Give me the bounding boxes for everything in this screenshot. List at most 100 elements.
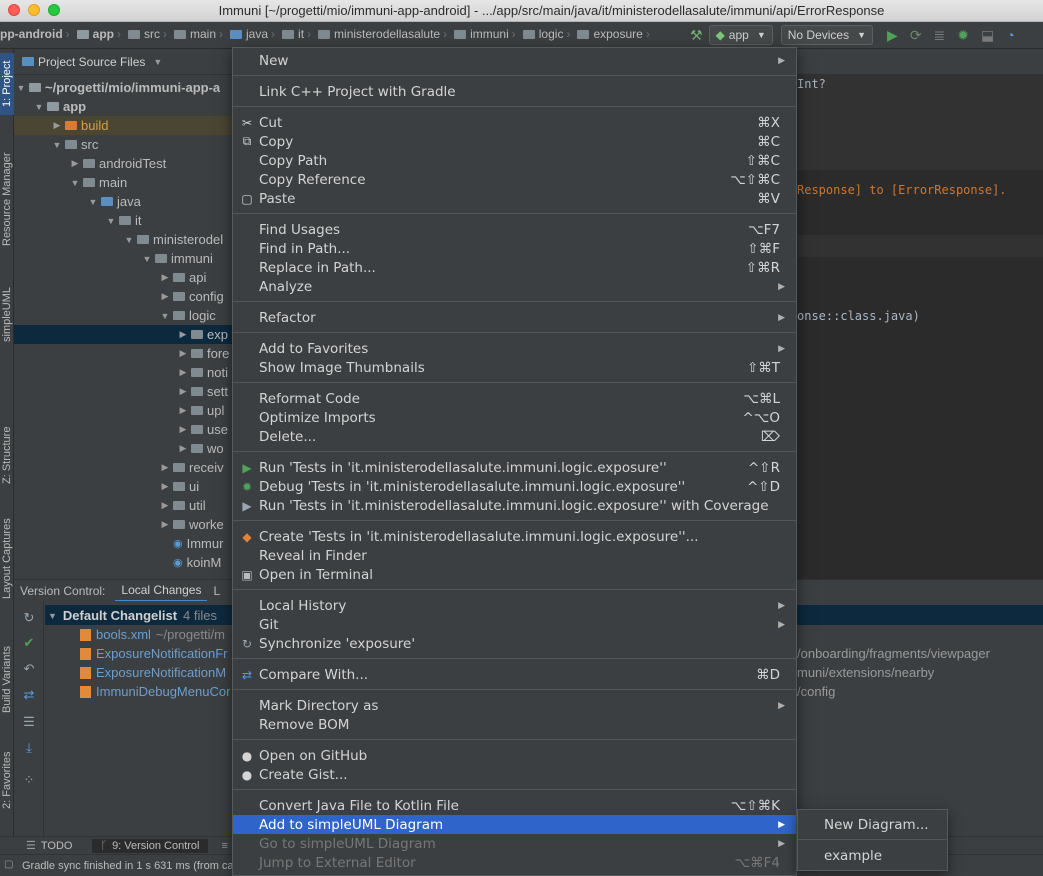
chevron-right-icon[interactable]: ▶ <box>178 424 188 435</box>
menu-item-paste[interactable]: ▢ Paste ⌘V <box>233 189 796 208</box>
menu-item-add-to-simpleuml-diagram[interactable]: Add to simpleUML Diagram ▶ <box>233 815 796 834</box>
tree-item[interactable]: ▶ ui <box>14 477 232 496</box>
menu-item-replace-in-path[interactable]: Replace in Path... ⇧⌘R <box>233 258 796 277</box>
chevron-right-icon[interactable]: ▶ <box>52 120 62 131</box>
menu-item-copy-path[interactable]: Copy Path ⇧⌘C <box>233 151 796 170</box>
menu-item-delete[interactable]: Delete... ⌦ <box>233 427 796 446</box>
tree-item[interactable]: ▶ api <box>14 268 232 287</box>
tree-item[interactable]: ▼ app <box>14 97 232 116</box>
refresh-icon[interactable]: ↻ <box>22 611 36 625</box>
tab-version-control[interactable]: ᚴ 9: Version Control <box>92 838 208 853</box>
project-view-selector[interactable]: Project Source Files ▼ <box>14 49 232 75</box>
tree-item[interactable]: ▼ logic <box>14 306 232 325</box>
tree-item[interactable]: ▼ src <box>14 135 232 154</box>
menu-item-reveal-in-finder[interactable]: Reveal in Finder <box>233 546 796 565</box>
menu-item-copy[interactable]: ⧉ Copy ⌘C <box>233 132 796 151</box>
terminal-tab-icon[interactable]: ≡ <box>222 840 228 852</box>
tab-simpleuml[interactable]: simpleUML <box>0 279 15 349</box>
status-icon[interactable]: ▢ <box>4 859 13 870</box>
menu-item-create-gist[interactable]: ● Create Gist... <box>233 765 796 784</box>
chevron-down-icon[interactable]: ▼ <box>142 254 152 264</box>
tree-item[interactable]: ▼ ministerodel <box>14 230 232 249</box>
apply-changes-icon[interactable]: ⟳ <box>910 27 922 44</box>
changed-file-row[interactable]: bools.xml ~/progetti/m <box>80 625 225 644</box>
tree-item[interactable]: ▶ util <box>14 496 232 515</box>
changelist-icon[interactable]: ☰ <box>22 715 36 729</box>
menu-item-cut[interactable]: ✂ Cut ⌘X <box>233 113 796 132</box>
tree-item[interactable]: ▶ wo <box>14 439 232 458</box>
example-diagram-menu-item[interactable]: example <box>798 844 947 867</box>
tree-item[interactable]: ▶ use <box>14 420 232 439</box>
tree-item[interactable]: ▼ ~/progetti/mio/immuni-app-a <box>14 78 232 97</box>
chevron-right-icon[interactable]: ▶ <box>160 500 170 511</box>
tab-structure[interactable]: Z: Structure <box>0 419 15 491</box>
tab-favorites[interactable]: 2: Favorites <box>0 745 15 815</box>
breadcrumb-item[interactable]: pp-android › <box>0 27 75 41</box>
rollback-icon[interactable]: ↶ <box>22 662 36 676</box>
chevron-right-icon[interactable]: ▶ <box>160 291 170 302</box>
shelve-icon[interactable]: ⤓ <box>22 741 36 755</box>
tab-project[interactable]: 1: Project <box>0 53 15 115</box>
tree-item[interactable]: ▶ sett <box>14 382 232 401</box>
chevron-down-icon[interactable]: ▼ <box>160 311 170 321</box>
menu-item-optimize-imports[interactable]: Optimize Imports ^⌥O <box>233 408 796 427</box>
new-diagram-menu-item[interactable]: New Diagram... <box>798 813 947 836</box>
menu-item-show-image-thumbnails[interactable]: Show Image Thumbnails ⇧⌘T <box>233 358 796 377</box>
tree-item[interactable]: ▼ it <box>14 211 232 230</box>
tab-local-changes[interactable]: Local Changes <box>115 580 208 602</box>
tree-item[interactable]: ▼ java <box>14 192 232 211</box>
menu-item-analyze[interactable]: Analyze ▶ <box>233 277 796 296</box>
menu-item-debug-tests-in-it-ministerodellasalute-i[interactable]: ✹ Debug 'Tests in 'it.ministerodellasalut… <box>233 477 796 496</box>
diff-icon[interactable]: ⇄ <box>22 688 36 702</box>
menu-item-create-tests-in-it-ministerodellasalute-[interactable]: ◆ Create 'Tests in 'it.ministerodellasalu… <box>233 527 796 546</box>
chevron-down-icon[interactable]: ▼ <box>124 235 134 245</box>
menu-item-git[interactable]: Git ▶ <box>233 615 796 634</box>
chevron-right-icon[interactable]: ▶ <box>178 386 188 397</box>
breadcrumb-item[interactable]: app › <box>76 27 126 41</box>
menu-item-link-c-project-with-gradle[interactable]: Link C++ Project with Gradle <box>233 82 796 101</box>
tab-log[interactable]: L <box>213 584 220 598</box>
breadcrumb-item[interactable]: main › <box>174 27 228 41</box>
tree-item[interactable]: ▶ config <box>14 287 232 306</box>
tree-item[interactable]: ▶ androidTest <box>14 154 232 173</box>
tab-resource-manager[interactable]: Resource Manager <box>0 144 15 254</box>
profiler-icon[interactable]: ◔ <box>1006 27 1014 43</box>
chevron-down-icon[interactable]: ▼ <box>106 216 116 226</box>
breadcrumb-item[interactable]: it › <box>282 27 316 41</box>
chevron-down-icon[interactable]: ▼ <box>16 83 26 93</box>
tree-item[interactable]: ▼ main <box>14 173 232 192</box>
tab-layout-captures[interactable]: Layout Captures <box>0 514 15 604</box>
chevron-down-icon[interactable]: ▼ <box>52 140 62 150</box>
run-icon[interactable]: ▶ <box>887 27 898 44</box>
menu-item-run-tests-in-it-ministerodellasalute-imm[interactable]: ▶ Run 'Tests in 'it.ministerodellasalute.… <box>233 496 796 515</box>
tab-todo[interactable]: TODO <box>41 840 73 852</box>
menu-item-add-to-favorites[interactable]: Add to Favorites ▶ <box>233 339 796 358</box>
chevron-right-icon[interactable]: ▶ <box>160 481 170 492</box>
tab-build-variants[interactable]: Build Variants <box>0 639 15 719</box>
chevron-right-icon[interactable]: ▶ <box>160 272 170 283</box>
breadcrumb-item[interactable]: ministerodellasalute › <box>318 27 452 41</box>
build-hammer-icon[interactable]: ⚒ <box>690 27 703 44</box>
menu-item-remove-bom[interactable]: Remove BOM <box>233 715 796 734</box>
commit-icon[interactable]: ✔ <box>22 636 36 650</box>
breadcrumb-item[interactable]: immuni › <box>454 27 521 41</box>
changed-file-row[interactable]: ExposureNotificationM <box>80 663 226 682</box>
group-by-icon[interactable]: ⁘ <box>22 773 36 787</box>
tree-item[interactable]: ▶ receiv <box>14 458 232 477</box>
menu-item-refactor[interactable]: Refactor ▶ <box>233 308 796 327</box>
changelist-header[interactable]: ▼ Default Changelist 4 files <box>48 606 217 625</box>
tree-item[interactable]: ▶ fore <box>14 344 232 363</box>
chevron-right-icon[interactable]: ▶ <box>178 405 188 416</box>
menu-item-run-tests-in-it-ministerodellasalute-imm[interactable]: ▶ Run 'Tests in 'it.ministerodellasalute.… <box>233 458 796 477</box>
breadcrumb-item[interactable]: src › <box>128 27 172 41</box>
menu-item-find-usages[interactable]: Find Usages ⌥F7 <box>233 220 796 239</box>
tree-item[interactable]: ◉ Immur <box>14 534 232 553</box>
tree-item[interactable]: ▶ exp <box>14 325 232 344</box>
breadcrumb-item[interactable]: exposure › <box>577 27 654 41</box>
chevron-right-icon[interactable]: ▶ <box>160 519 170 530</box>
chevron-right-icon[interactable]: ▶ <box>70 158 80 169</box>
tree-item[interactable]: ▶ upl <box>14 401 232 420</box>
menu-item-open-on-github[interactable]: ● Open on GitHub <box>233 746 796 765</box>
chevron-down-icon[interactable]: ▼ <box>70 178 80 188</box>
run-configuration-select[interactable]: ◆ app ▼ <box>708 25 773 45</box>
